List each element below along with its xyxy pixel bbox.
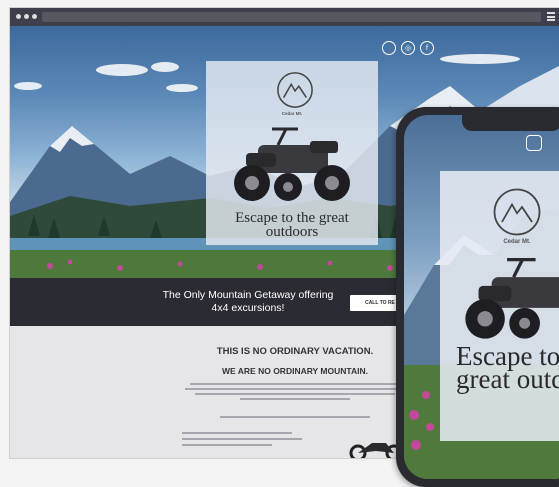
instagram-icon[interactable] <box>526 135 542 151</box>
phone-mockup: Cedar Mt. Escape to the great outdoors <box>396 107 559 487</box>
brand-name: Cedar Mt. <box>281 111 303 116</box>
feature-list <box>182 432 332 450</box>
hero-headline: Escape to the great outdoors <box>235 210 349 240</box>
phone-notch <box>462 115 559 131</box>
window-control-dot[interactable] <box>24 14 29 19</box>
atv-image <box>234 127 350 201</box>
phone-brand-name: Cedar Mt. <box>503 239 531 245</box>
menu-icon[interactable] <box>547 12 555 21</box>
mountain-logo-icon <box>493 188 541 236</box>
phone-headline: Escape to the great outdoors <box>456 341 559 394</box>
mountain-logo-icon <box>277 72 313 108</box>
hero-card: Cedar Mt. Escape to the great outdoors <box>206 61 378 245</box>
window-control-dot[interactable] <box>16 14 21 19</box>
window-controls <box>16 14 37 19</box>
intro-paragraph <box>182 383 407 403</box>
social-links: ◎ f <box>382 41 434 55</box>
phone-hero-card: Cedar Mt. Escape to the great outdoors <box>440 171 559 441</box>
intro-heading: THIS IS NO ORDINARY VACATION. <box>216 346 374 357</box>
atv-image <box>465 257 559 339</box>
phone-screen: Cedar Mt. Escape to the great outdoors <box>404 115 559 479</box>
window-control-dot[interactable] <box>32 14 37 19</box>
circle-icon[interactable] <box>382 41 396 55</box>
banner-text: The Only Mountain Getaway offering 4x4 e… <box>162 289 334 314</box>
browser-chrome <box>10 8 559 26</box>
intro-paragraph-2 <box>215 416 375 418</box>
facebook-icon[interactable]: f <box>420 41 434 55</box>
address-bar[interactable] <box>42 12 541 22</box>
instagram-icon[interactable]: ◎ <box>401 41 415 55</box>
intro-subheading: WE ARE NO ORDINARY MOUNTAIN. <box>222 366 368 376</box>
